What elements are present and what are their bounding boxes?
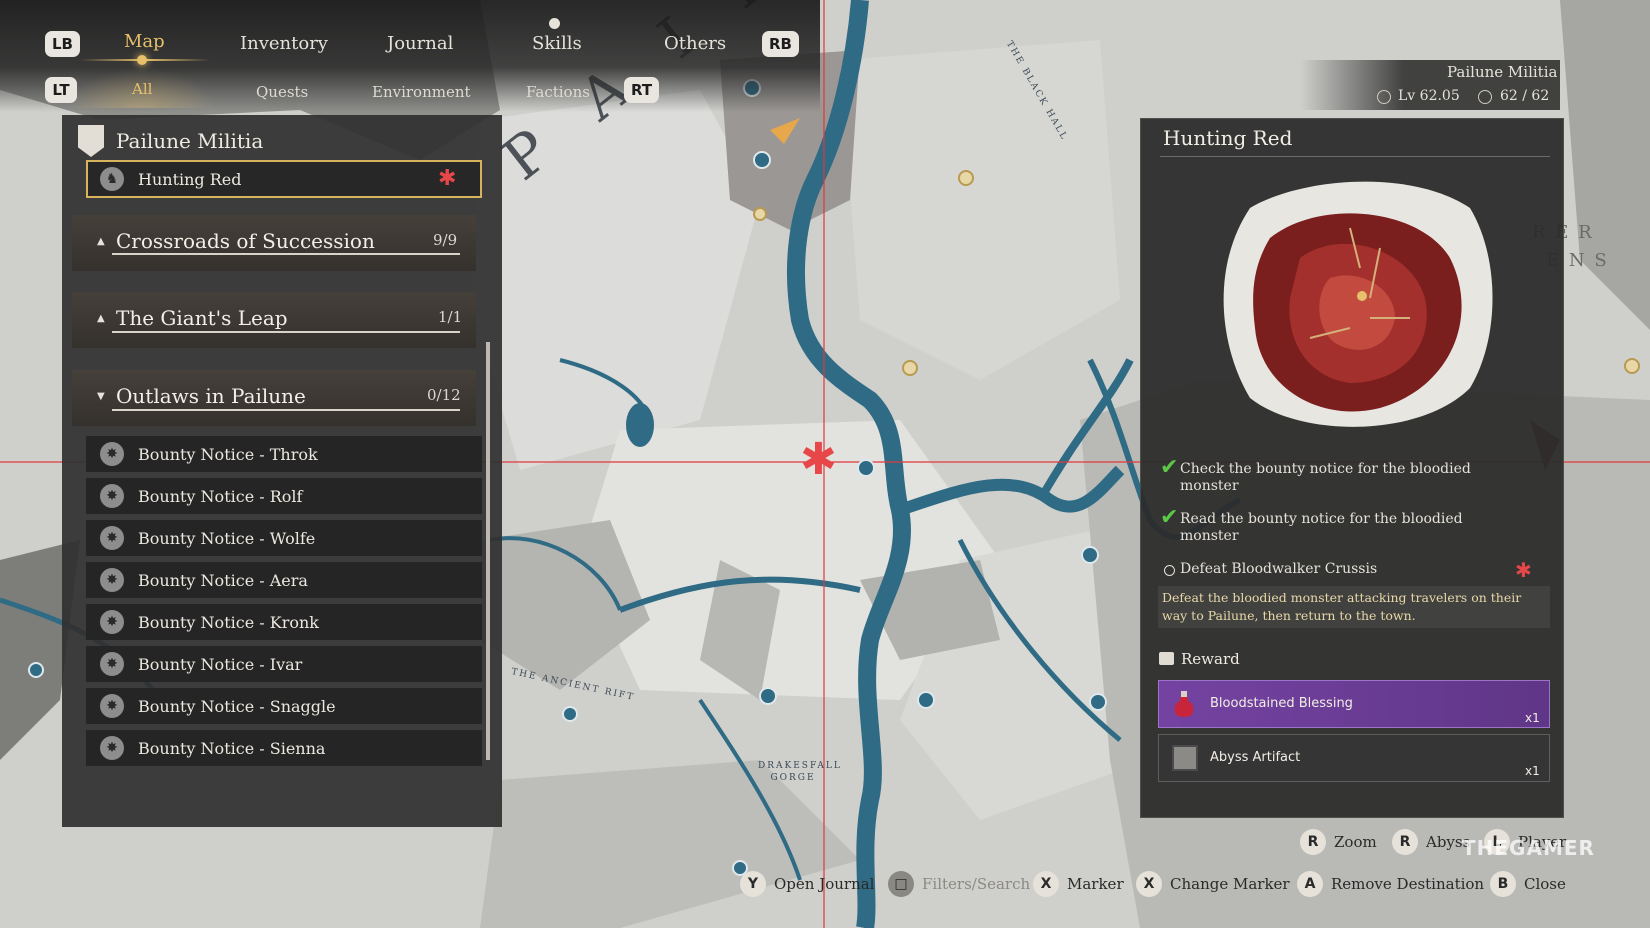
bounty-label: Bounty Notice - Wolfe — [138, 529, 316, 548]
quest-description: Defeat the bloodied monster attacking tr… — [1162, 590, 1522, 623]
bounty-label: Bounty Notice - Ivar — [138, 655, 303, 674]
wolf-emblem-icon: ✸ — [100, 736, 124, 760]
bounty-label: Bounty Notice - Kronk — [138, 613, 319, 632]
reward-title: Reward — [1181, 650, 1240, 668]
a-button-icon: A — [1297, 871, 1323, 897]
tab-skills-notification-icon — [549, 18, 560, 29]
objective-target-marker-icon[interactable]: ✱ — [1515, 558, 1532, 582]
lt-button[interactable]: LT — [45, 77, 77, 103]
quest-group-count: 0/12 — [427, 386, 461, 404]
wolf-emblem-icon: ✸ — [100, 694, 124, 718]
prompt-close[interactable]: Close — [1524, 875, 1566, 893]
map-label-drakesfall-gorge: DRAKESFALL GORGE — [758, 761, 842, 783]
prompt-filters-search[interactable]: Filters/Search — [922, 875, 1030, 893]
prompt-zoom[interactable]: Zoom — [1334, 833, 1377, 851]
objective-pending-circle-icon — [1164, 565, 1175, 576]
faction-progress: 62 / 62 — [1500, 88, 1550, 104]
tab-inventory[interactable]: Inventory — [240, 33, 328, 54]
prompt-marker[interactable]: Marker — [1067, 875, 1124, 893]
collapse-arrow-icon: ▲ — [97, 236, 105, 247]
watermark: THEGAMER — [1462, 836, 1595, 860]
quest-group-count: 1/1 — [438, 308, 463, 326]
reward-item-name: Abyss Artifact — [1210, 750, 1301, 765]
prompt-change-marker[interactable]: Change Marker — [1170, 875, 1290, 893]
bounty-label: Bounty Notice - Aera — [138, 571, 308, 590]
objective-text: Defeat Bloodwalker Crussis — [1180, 561, 1378, 577]
potion-icon — [1174, 691, 1194, 717]
quest-group-title: Outlaws in Pailune — [116, 384, 306, 408]
wolf-emblem-icon: ✸ — [100, 526, 124, 550]
bounty-label: Bounty Notice - Sienna — [138, 739, 326, 758]
quest-area-preview-map — [1223, 181, 1493, 427]
prompt-open-journal[interactable]: Open Journal — [774, 875, 874, 893]
x-button-icon: X — [1033, 871, 1059, 897]
wolf-emblem-icon: ✸ — [100, 568, 124, 592]
quest-group-title: Crossroads of Succession — [116, 229, 375, 253]
subtab-factions[interactable]: Factions — [526, 83, 590, 101]
bounty-label: Bounty Notice - Snaggle — [138, 697, 336, 716]
quest-group-divider — [112, 253, 460, 255]
wolf-emblem-icon: ✸ — [100, 652, 124, 676]
quest-group-count: 9/9 — [433, 231, 458, 249]
objective-text: Read the bounty notice for the bloodied … — [1180, 511, 1463, 544]
rt-button[interactable]: RT — [624, 77, 660, 103]
abyss-stick-icon: R — [1392, 829, 1418, 855]
artifact-icon — [1172, 745, 1198, 771]
collapse-arrow-icon: ▲ — [97, 313, 105, 324]
player-level: Lv 62.05 — [1398, 88, 1460, 104]
reward-item-name: Bloodstained Blessing — [1210, 696, 1353, 711]
tab-map-underline — [80, 59, 210, 61]
faction-progress-icon — [1478, 90, 1492, 104]
detail-divider — [1160, 156, 1550, 157]
b-button-icon: B — [1490, 871, 1516, 897]
subtab-all[interactable]: All — [132, 80, 152, 98]
x-button-hold-icon: X — [1136, 871, 1162, 897]
quest-group-title: The Giant's Leap — [116, 306, 288, 330]
expand-arrow-icon: ▼ — [97, 391, 105, 402]
subtab-environment[interactable]: Environment — [372, 83, 471, 101]
tab-map[interactable]: Map — [124, 31, 165, 52]
level-icon — [1377, 90, 1391, 104]
lb-button[interactable]: LB — [45, 31, 80, 57]
quest-target-marker-icon[interactable]: ✱ — [800, 438, 837, 482]
wolf-emblem-icon: ✸ — [100, 484, 124, 508]
reward-item-qty: x1 — [1525, 711, 1540, 725]
zoom-stick-icon: R — [1300, 829, 1326, 855]
tab-others[interactable]: Others — [664, 33, 726, 54]
rb-button[interactable]: RB — [762, 31, 799, 57]
tracked-marker-icon[interactable]: ✱ — [438, 166, 456, 191]
objective-complete-check-icon: ✔ — [1160, 455, 1179, 480]
bounty-label: Bounty Notice - Throk — [138, 445, 318, 464]
faction-title: Pailune Militia — [116, 129, 264, 153]
quest-list-scrollbar[interactable] — [486, 342, 490, 760]
player-faction: Pailune Militia — [1447, 63, 1558, 81]
quest-group-divider — [112, 331, 460, 333]
wolf-emblem-icon: ✸ — [100, 610, 124, 634]
objective-complete-check-icon: ✔ — [1160, 505, 1179, 530]
reward-chest-icon — [1159, 652, 1174, 665]
objective-text: Check the bounty notice for the bloodied… — [1180, 461, 1471, 494]
prompt-remove-destination[interactable]: Remove Destination — [1331, 875, 1484, 893]
y-button-icon: Y — [740, 871, 766, 897]
view-button-icon: □ — [888, 871, 914, 897]
subtab-quests[interactable]: Quests — [256, 83, 308, 101]
bounty-label: Bounty Notice - Rolf — [138, 487, 303, 506]
wolf-emblem-icon: ✸ — [100, 442, 124, 466]
selected-quest-label: Hunting Red — [138, 170, 242, 189]
hunting-quest-icon: ♞ — [100, 167, 124, 191]
quest-detail-title: Hunting Red — [1163, 126, 1293, 150]
tab-journal[interactable]: Journal — [387, 33, 453, 54]
tab-skills[interactable]: Skills — [532, 33, 582, 54]
quest-group-divider — [112, 409, 460, 411]
reward-item-qty: x1 — [1525, 764, 1540, 778]
